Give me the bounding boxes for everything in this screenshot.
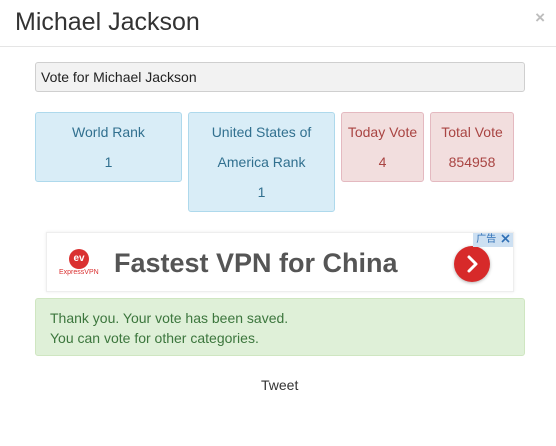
ad-headline[interactable]: Fastest VPN for China	[114, 248, 398, 279]
country-rank-box: United States of America Rank 1	[188, 112, 335, 212]
modal-title: Michael Jackson	[15, 8, 200, 36]
total-vote-label: Total Vote	[441, 124, 503, 140]
ad-badge[interactable]: 广告	[473, 233, 513, 247]
vote-input[interactable]: Vote for Michael Jackson	[35, 62, 525, 92]
vote-modal: Michael Jackson × Vote for Michael Jacks…	[0, 0, 556, 446]
modal-header: Michael Jackson ×	[0, 0, 556, 47]
world-rank-value: 1	[104, 154, 113, 170]
expressvpn-logo: ev ExpressVPN	[59, 247, 99, 279]
ad-banner[interactable]: ev ExpressVPN Fastest VPN for China 广告	[46, 232, 514, 292]
today-vote-box: Today Vote 4	[341, 112, 424, 182]
today-vote-value: 4	[378, 154, 387, 170]
ad-arrow-button[interactable]	[454, 246, 490, 282]
ad-close-icon[interactable]	[501, 234, 510, 243]
total-vote-value: 854958	[448, 154, 496, 170]
chevron-right-icon	[467, 255, 478, 273]
total-vote-box: Total Vote 854958	[430, 112, 514, 182]
alert-line-1: Thank you. Your vote has been saved.	[50, 310, 289, 326]
world-rank-box: World Rank 1	[35, 112, 182, 182]
ad-logo-text: ExpressVPN	[59, 269, 99, 276]
tweet-link[interactable]: Tweet	[261, 377, 298, 393]
ev-logo-mark: ev	[69, 249, 89, 269]
country-rank-value: 1	[257, 184, 266, 200]
world-rank-label: World Rank	[72, 124, 145, 140]
alert-line-2: You can vote for other categories.	[50, 330, 259, 346]
ad-badge-label: 广告	[476, 234, 497, 245]
close-button[interactable]: ×	[535, 9, 545, 26]
country-rank-label: United States of America Rank	[211, 124, 312, 170]
success-alert: Thank you. Your vote has been saved. You…	[35, 298, 525, 356]
today-vote-label: Today Vote	[347, 124, 418, 140]
